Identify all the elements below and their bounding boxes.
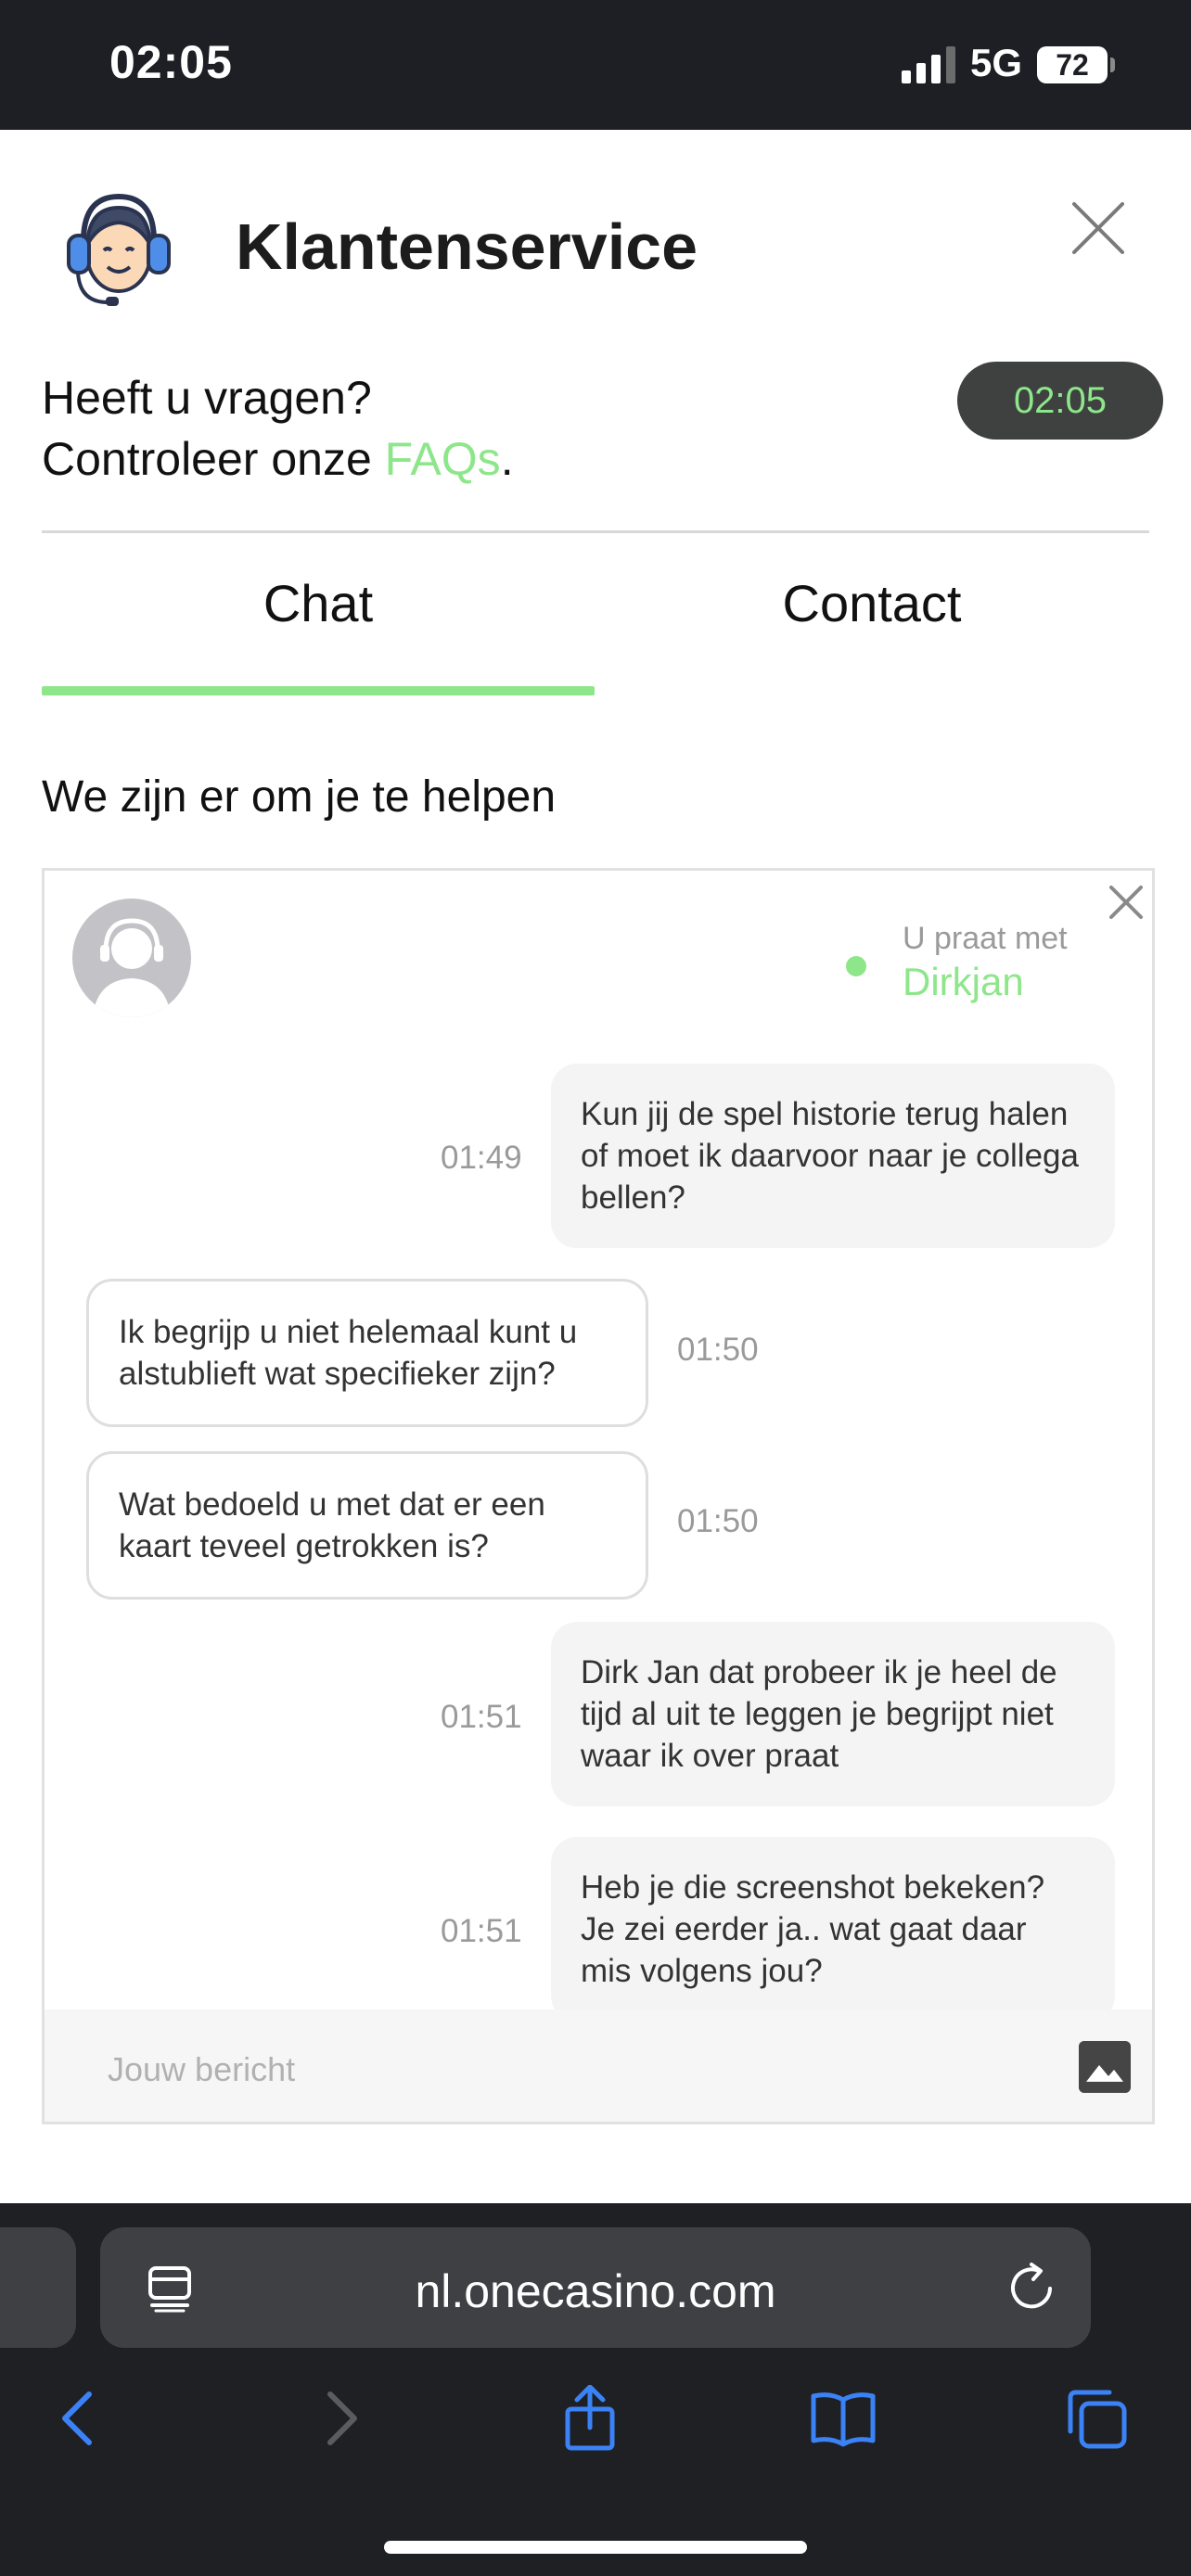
chat-message-out: Heb je die screenshot bekeken? Je zei ee… <box>551 1837 1115 2021</box>
message-input-bar[interactable]: Jouw bericht <box>45 2009 1152 2122</box>
bookmarks-icon[interactable] <box>810 2385 877 2452</box>
message-input[interactable]: Jouw bericht <box>108 2050 295 2089</box>
faq-line1: Heeft u vragen? <box>42 372 372 424</box>
agent-name: Dirkjan <box>903 960 1024 1003</box>
operator-avatar <box>72 899 191 1017</box>
divider <box>42 530 1149 533</box>
helper-text: We zijn er om je te helpen <box>42 772 557 822</box>
message-time: 01:51 <box>441 1913 522 1949</box>
tabs-icon[interactable] <box>1063 2385 1130 2452</box>
faq-line2-suffix: . <box>500 433 514 485</box>
chat-message-out: Dirk Jan dat probeer ik je heel de tijd … <box>551 1622 1115 1806</box>
back-icon[interactable] <box>46 2385 113 2452</box>
battery-tip <box>1110 57 1115 72</box>
talking-with-label: U praat met <box>903 921 1068 956</box>
online-status-dot <box>846 956 866 976</box>
page-title: Klantenservice <box>236 210 698 283</box>
reload-icon[interactable] <box>1005 2261 1059 2315</box>
support-agent-icon <box>67 193 171 306</box>
close-icon[interactable] <box>1069 198 1128 258</box>
message-time: 01:50 <box>677 1332 759 1368</box>
share-icon[interactable] <box>557 2385 623 2452</box>
network-type: 5G <box>970 41 1023 84</box>
tab-contact[interactable]: Contact <box>595 573 1149 633</box>
faq-link[interactable]: FAQs <box>385 433 501 485</box>
cellular-signal-icon <box>902 46 955 83</box>
chat-message-out: Kun jij de spel historie terug halen of … <box>551 1064 1115 1248</box>
status-bar: 02:05 5G 72 <box>0 0 1191 130</box>
chat-window: U praat met Dirkjan 01:49 Kun jij de spe… <box>42 868 1155 2124</box>
session-timer-badge: 02:05 <box>957 362 1163 440</box>
message-time: 01:50 <box>677 1503 759 1539</box>
previous-tab-preview[interactable] <box>0 2227 76 2348</box>
chat-close-icon[interactable] <box>1104 880 1148 925</box>
operator-avatar-icon <box>93 918 171 1017</box>
message-time: 01:49 <box>441 1140 522 1176</box>
faq-prompt: Heeft u vragen? Controleer onze FAQs. <box>42 367 514 490</box>
battery-icon: 72 <box>1037 46 1108 83</box>
chat-message-in: Wat bedoeld u met dat er een kaart tevee… <box>86 1451 648 1600</box>
address-bar[interactable]: nl.onecasino.com <box>100 2227 1091 2348</box>
message-time: 01:51 <box>441 1699 522 1735</box>
faq-line2: Controleer onze FAQs. <box>42 428 514 490</box>
active-tab-indicator <box>42 686 595 695</box>
status-time: 02:05 <box>109 36 233 88</box>
url-text[interactable]: nl.onecasino.com <box>100 2264 1091 2318</box>
forward-icon[interactable] <box>306 2385 373 2452</box>
chat-message-in: Ik begrijp u niet helemaal kunt u alstub… <box>86 1279 648 1427</box>
image-upload-icon[interactable] <box>1079 2041 1131 2093</box>
home-indicator[interactable] <box>384 2541 807 2554</box>
tab-chat[interactable]: Chat <box>42 573 595 633</box>
faq-line2-prefix: Controleer onze <box>42 433 385 485</box>
